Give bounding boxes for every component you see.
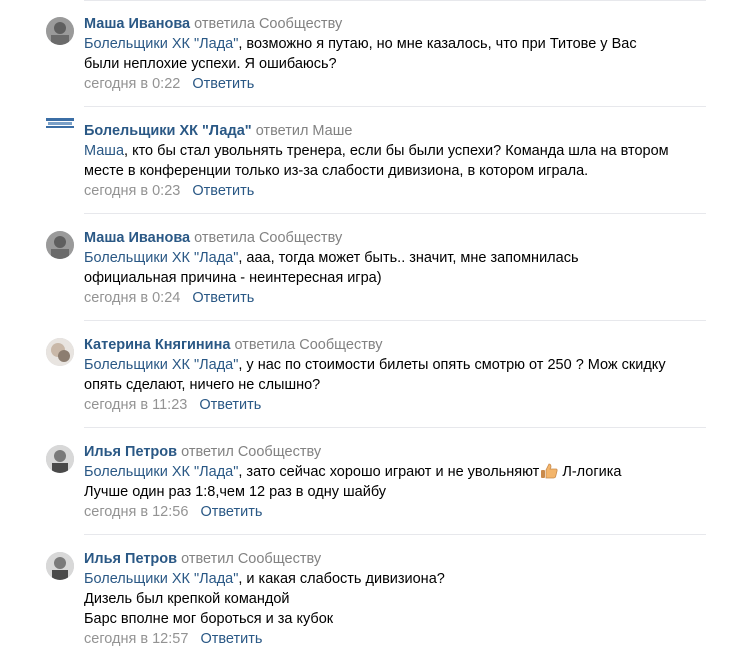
comment-item: Катерина Княгинина ответила Сообществу Б…: [0, 321, 730, 428]
author-name[interactable]: Илья Петров: [84, 551, 177, 567]
comment-line: , кто бы стал увольнять тренера, если бы…: [124, 143, 669, 159]
reply-target: ответил Сообществу: [181, 551, 322, 567]
comment-line: официальная причина - неинтересная игра): [84, 270, 382, 286]
reply-target: ответил Маше: [255, 123, 353, 139]
reply-button[interactable]: Ответить: [192, 183, 254, 199]
comment-line: месте в конференции только из-за слабост…: [84, 163, 589, 179]
reply-button[interactable]: Ответить: [199, 397, 261, 413]
comment-line: были неплохие успехи. Я ошибаюсь?: [84, 56, 337, 72]
comment-item: Маша Иванова ответила Сообществу Болельщ…: [0, 214, 730, 321]
mention-link[interactable]: Болельщики ХК "Лада": [84, 250, 238, 266]
avatar[interactable]: [46, 231, 74, 259]
comment-item: Болельщики ХК "Лада" ответил Маше Маша, …: [0, 107, 730, 214]
mention-link[interactable]: Болельщики ХК "Лада": [84, 36, 238, 52]
comment-line: Лучше один раз 1:8,чем 12 раз в одну шай…: [84, 484, 387, 500]
comment-timestamp[interactable]: сегодня в 0:24: [84, 290, 180, 306]
reply-button[interactable]: Ответить: [192, 290, 254, 306]
comment-text: Болельщики ХК "Лада", зато сейчас хорошо…: [84, 462, 706, 482]
comment-item: Маша Иванова ответила Сообществу Болельщ…: [0, 0, 730, 107]
comment-item: Илья Петров ответил Сообществу Болельщик…: [0, 535, 730, 662]
mention-link[interactable]: Маша: [84, 143, 124, 159]
comment-timestamp[interactable]: сегодня в 0:22: [84, 76, 180, 92]
author-name[interactable]: Маша Иванова: [84, 16, 190, 32]
comment-line: , зато сейчас хорошо играют и не увольня…: [238, 464, 540, 480]
comment-line-suffix: Л-логика: [558, 464, 622, 480]
comment-timestamp[interactable]: сегодня в 0:23: [84, 183, 180, 199]
mention-link[interactable]: Болельщики ХК "Лада": [84, 571, 238, 587]
avatar[interactable]: [46, 17, 74, 45]
reply-target: ответил Сообществу: [181, 444, 322, 460]
comment-timestamp[interactable]: сегодня в 11:23: [84, 397, 187, 413]
reply-target: ответила Сообществу: [194, 16, 343, 32]
comment-line: , возможно я путаю, но мне казалось, что…: [238, 36, 637, 52]
author-name[interactable]: Илья Петров: [84, 444, 177, 460]
reply-button[interactable]: Ответить: [200, 631, 262, 647]
comment-text: Болельщики ХК "Лада", ааа, тогда может б…: [84, 248, 706, 268]
author-name[interactable]: Катерина Княгинина: [84, 337, 230, 353]
reply-button[interactable]: Ответить: [200, 504, 262, 520]
comment-timestamp[interactable]: сегодня в 12:57: [84, 631, 188, 647]
comment-line: , у нас по стоимости билеты опять смотрю…: [238, 357, 666, 373]
reply-target: ответила Сообществу: [194, 230, 343, 246]
author-name[interactable]: Маша Иванова: [84, 230, 190, 246]
thumbs-up-icon: [540, 463, 558, 479]
comment-line: Дизель был крепкой командой: [84, 591, 290, 607]
comment-text: Болельщики ХК "Лада", возможно я путаю, …: [84, 34, 706, 54]
comment-thread: Маша Иванова ответила Сообществу Болельщ…: [0, 0, 730, 662]
comment-item: Илья Петров ответил Сообществу Болельщик…: [0, 428, 730, 535]
comment-line: , и какая слабость дивизиона?: [238, 571, 445, 587]
community-logo-icon[interactable]: [46, 116, 74, 130]
comment-text: Болельщики ХК "Лада", у нас по стоимости…: [84, 355, 706, 375]
author-name[interactable]: Болельщики ХК "Лада": [84, 123, 252, 139]
avatar[interactable]: [46, 338, 74, 366]
avatar[interactable]: [46, 552, 74, 580]
mention-link[interactable]: Болельщики ХК "Лада": [84, 357, 238, 373]
comment-timestamp[interactable]: сегодня в 12:56: [84, 504, 188, 520]
reply-target: ответила Сообществу: [234, 337, 383, 353]
reply-button[interactable]: Ответить: [192, 76, 254, 92]
comment-line: опять сделают, ничего не слышно?: [84, 377, 321, 393]
comment-text: Маша, кто бы стал увольнять тренера, есл…: [84, 141, 706, 161]
avatar[interactable]: [46, 445, 74, 473]
mention-link[interactable]: Болельщики ХК "Лада": [84, 464, 238, 480]
comment-line: , ааа, тогда может быть.. значит, мне за…: [238, 250, 579, 266]
comment-line: Барс вполне мог бороться и за кубок: [84, 611, 334, 627]
comment-text: Болельщики ХК "Лада", и какая слабость д…: [84, 569, 706, 589]
